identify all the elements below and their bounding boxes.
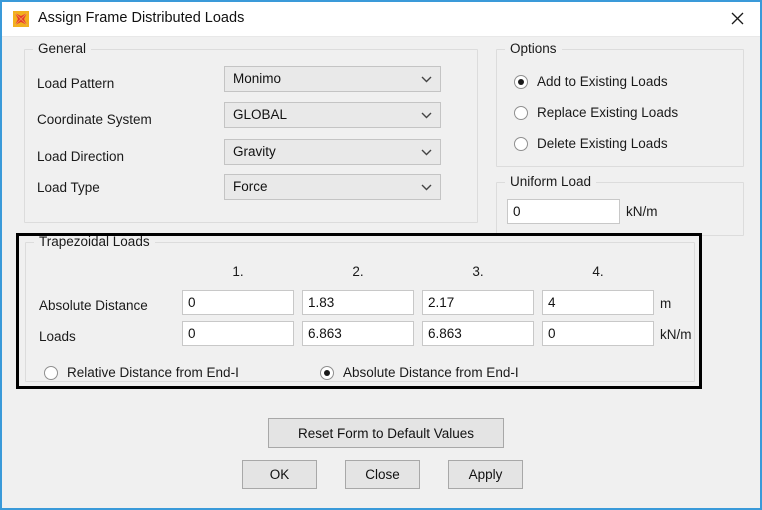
uniform-load-unit: kN/m <box>626 204 658 219</box>
option-delete-existing-label: Delete Existing Loads <box>537 136 668 151</box>
chevron-down-icon <box>418 175 434 199</box>
column-header-3: 3. <box>472 264 484 279</box>
close-icon[interactable] <box>714 2 760 35</box>
loads-unit: kN/m <box>660 327 692 342</box>
coordinate-system-select[interactable]: GLOBAL <box>224 102 441 128</box>
absolute-distance-label: Absolute Distance <box>39 298 148 313</box>
radio-icon <box>514 74 528 89</box>
load-type-select[interactable]: Force <box>224 174 441 200</box>
coordinate-system-label: Coordinate System <box>37 112 152 127</box>
load-type-label: Load Type <box>37 180 100 195</box>
loads-input-3[interactable]: 6.863 <box>422 321 534 346</box>
absolute-distance-value-3: 2.17 <box>428 295 455 310</box>
radio-icon <box>514 105 528 120</box>
load-direction-label: Load Direction <box>37 149 125 164</box>
general-group-title: General <box>33 41 92 56</box>
load-pattern-label: Load Pattern <box>37 76 115 91</box>
load-direction-value: Gravity <box>233 144 276 159</box>
loads-value-1: 0 <box>188 326 196 341</box>
option-add-to-existing[interactable]: Add to Existing Loads <box>514 74 668 89</box>
options-group-title: Options <box>505 41 562 56</box>
loads-input-2[interactable]: 6.863 <box>302 321 414 346</box>
window-title: Assign Frame Distributed Loads <box>38 10 245 26</box>
option-delete-existing[interactable]: Delete Existing Loads <box>514 136 668 151</box>
absolute-distance-input-2[interactable]: 1.83 <box>302 290 414 315</box>
absolute-distance-value-4: 4 <box>548 295 556 310</box>
absolute-distance-unit: m <box>660 296 672 311</box>
column-header-2: 2. <box>352 264 364 279</box>
load-pattern-select[interactable]: Monimo <box>224 66 441 92</box>
chevron-down-icon <box>418 140 434 164</box>
app-icon <box>12 10 30 28</box>
absolute-distance-value-1: 0 <box>188 295 196 310</box>
title-bar: Assign Frame Distributed Loads <box>2 2 760 37</box>
option-replace-existing-label: Replace Existing Loads <box>537 105 679 120</box>
uniform-load-input[interactable]: 0 <box>507 199 620 224</box>
load-direction-select[interactable]: Gravity <box>224 139 441 165</box>
radio-icon <box>320 365 334 380</box>
absolute-distance-input-4[interactable]: 4 <box>542 290 654 315</box>
uniform-load-group-title: Uniform Load <box>505 174 597 189</box>
loads-input-4[interactable]: 0 <box>542 321 654 346</box>
chevron-down-icon <box>418 103 434 127</box>
dialog-window: Assign Frame Distributed Loads General L… <box>0 0 762 510</box>
absolute-distance-input-3[interactable]: 2.17 <box>422 290 534 315</box>
close-button-footer[interactable]: Close <box>345 460 420 489</box>
loads-input-1[interactable]: 0 <box>182 321 294 346</box>
apply-button[interactable]: Apply <box>448 460 523 489</box>
load-type-value: Force <box>233 179 268 194</box>
loads-label: Loads <box>39 329 76 344</box>
relative-distance-radio[interactable]: Relative Distance from End-I <box>44 365 239 380</box>
loads-value-4: 0 <box>548 326 556 341</box>
option-replace-existing[interactable]: Replace Existing Loads <box>514 105 678 120</box>
trapezoidal-group-title: Trapezoidal Loads <box>34 234 155 249</box>
absolute-distance-radio[interactable]: Absolute Distance from End-I <box>320 365 519 380</box>
loads-value-3: 6.863 <box>428 326 462 341</box>
column-header-1: 1. <box>232 264 244 279</box>
load-pattern-value: Monimo <box>233 71 282 86</box>
loads-value-2: 6.863 <box>308 326 342 341</box>
column-header-4: 4. <box>592 264 604 279</box>
absolute-distance-mode-label: Absolute Distance from End-I <box>343 365 519 380</box>
chevron-down-icon <box>418 67 434 91</box>
option-add-to-existing-label: Add to Existing Loads <box>537 74 668 89</box>
absolute-distance-value-2: 1.83 <box>308 295 335 310</box>
radio-icon <box>44 365 58 380</box>
ok-button[interactable]: OK <box>242 460 317 489</box>
radio-icon <box>514 136 528 151</box>
coordinate-system-value: GLOBAL <box>233 107 288 122</box>
uniform-load-value: 0 <box>513 204 521 219</box>
absolute-distance-input-1[interactable]: 0 <box>182 290 294 315</box>
relative-distance-label: Relative Distance from End-I <box>67 365 239 380</box>
reset-form-button[interactable]: Reset Form to Default Values <box>268 418 504 448</box>
